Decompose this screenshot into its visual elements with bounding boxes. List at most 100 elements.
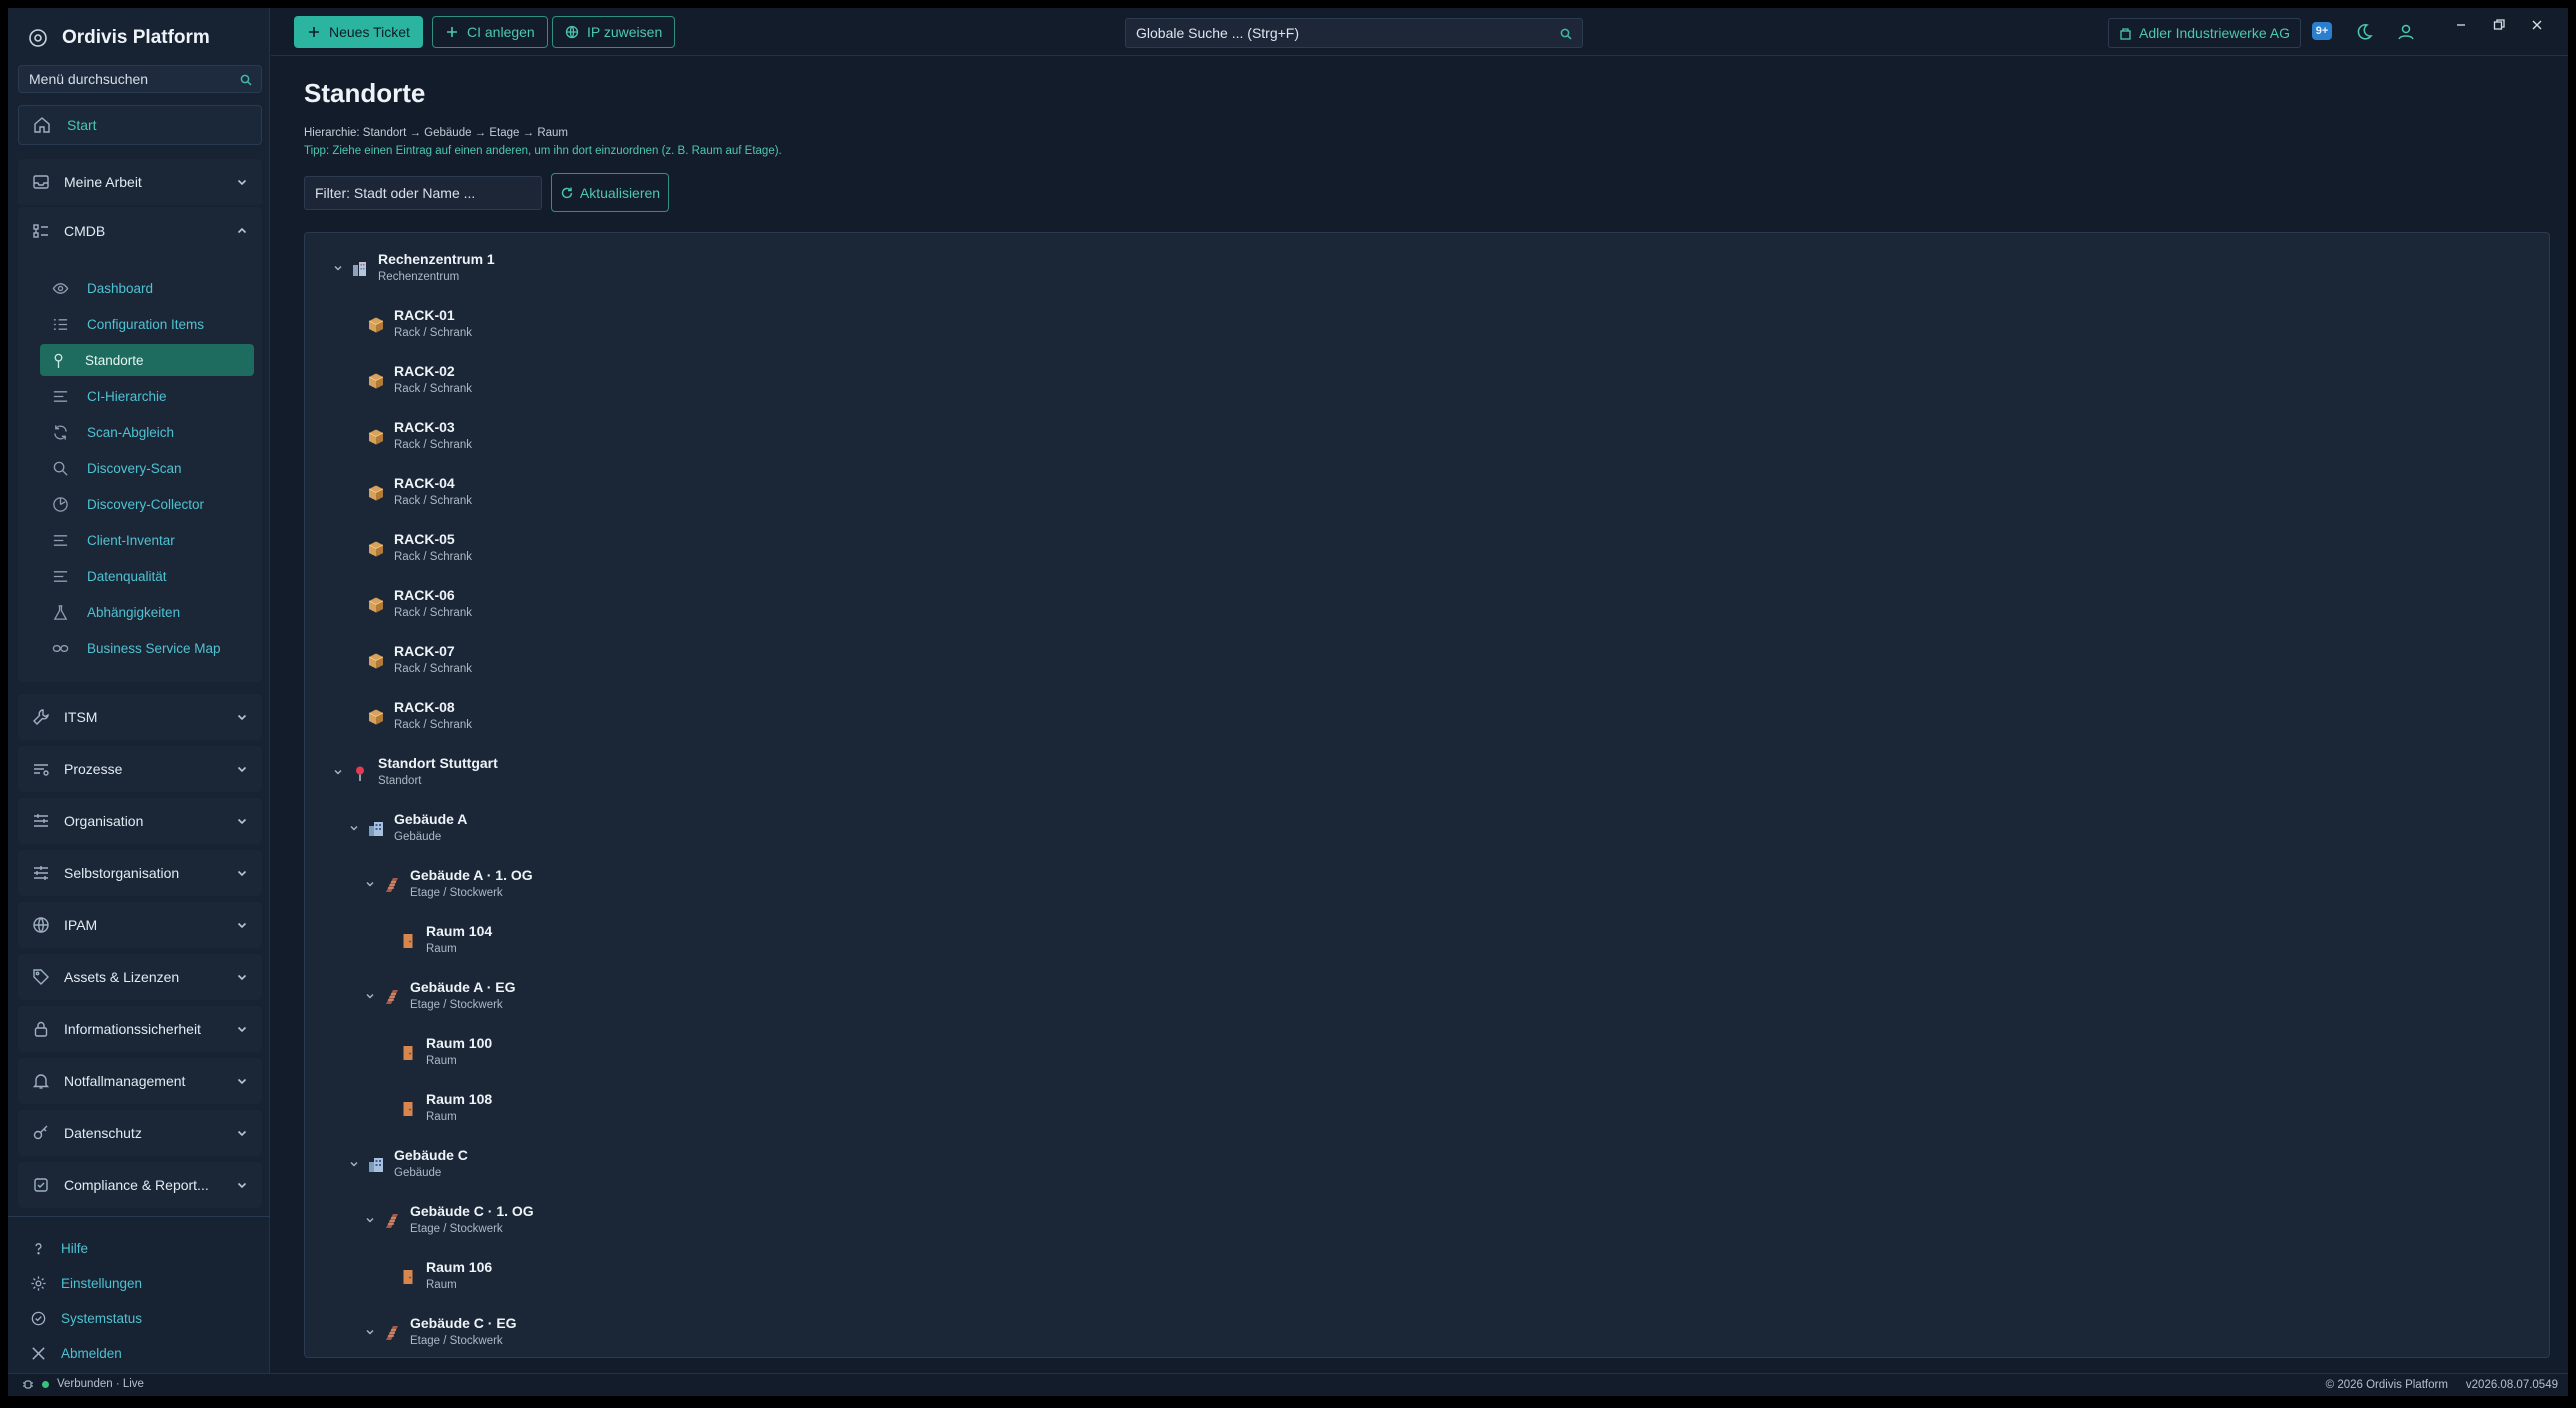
chevron-down-icon[interactable] xyxy=(333,263,343,273)
chevron-down-icon[interactable] xyxy=(349,823,359,833)
chevron-down-icon xyxy=(236,971,248,983)
ci-create-button[interactable]: CI anlegen xyxy=(432,16,548,48)
node-type: Rack / Schrank xyxy=(394,719,472,731)
menu-search-input[interactable] xyxy=(19,66,261,92)
sidebar-group-cmdb-header[interactable]: CMDB xyxy=(32,219,105,243)
sidebar-link-hilfe[interactable]: Hilfe xyxy=(30,1236,88,1260)
chevron-up-icon[interactable] xyxy=(236,225,248,237)
cmdb-icon xyxy=(32,222,50,240)
sidebar-item-configuration-items[interactable]: Configuration Items xyxy=(42,308,256,340)
sidebar-group-ipam[interactable]: IPAM xyxy=(18,902,262,948)
sidebar-group-itsm[interactable]: ITSM xyxy=(18,694,262,740)
moon-icon[interactable] xyxy=(2353,21,2375,43)
chevron-down-icon[interactable] xyxy=(365,1327,375,1337)
sidebar-group-compliance-report[interactable]: Compliance & Report... xyxy=(18,1162,262,1208)
node-title: RACK-05 xyxy=(394,531,455,547)
ip-assign-button[interactable]: IP zuweisen xyxy=(552,16,676,48)
sidebar-item-business-service-map[interactable]: Business Service Map xyxy=(42,632,256,664)
inbox-icon xyxy=(32,173,50,191)
sidebar-group-selbstorganisation[interactable]: Selbstorganisation xyxy=(18,850,262,896)
sidebar-link-label: Einstellungen xyxy=(61,1275,143,1291)
version: v2026.08.07.0549 xyxy=(2465,1379,2558,1391)
brand[interactable]: Ordivis Platform xyxy=(28,22,210,54)
chevron-down-icon[interactable] xyxy=(365,879,375,889)
sidebar-group-informationssicherheit[interactable]: Informationssicherheit xyxy=(18,1006,262,1052)
sidebar-item-datenqualität[interactable]: Datenqualität xyxy=(42,560,256,592)
sidebar-group-label: Organisation xyxy=(64,813,144,829)
sidebar-item-discovery-collector[interactable]: Discovery-Collector xyxy=(42,488,256,520)
node-title: Raum 104 xyxy=(426,923,493,939)
bell-icon xyxy=(32,1072,50,1090)
node-type: Rechenzentrum xyxy=(378,271,460,283)
chevron-down-icon xyxy=(236,1179,248,1191)
rack-icon xyxy=(367,540,385,558)
floor-icon xyxy=(383,1324,401,1342)
chevron-down-icon[interactable] xyxy=(349,1159,359,1169)
sidebar-link-systemstatus[interactable]: Systemstatus xyxy=(30,1306,142,1330)
node-type: Rack / Schrank xyxy=(394,327,472,339)
sidebar-group-assets-lizenzen[interactable]: Assets & Lizenzen xyxy=(18,954,262,1000)
sidebar-item-ci-hierarchie[interactable]: CI-Hierarchie xyxy=(42,380,256,412)
filter-field xyxy=(304,176,542,210)
node-title: Standort Stuttgart xyxy=(378,755,498,771)
node-title: Gebäude C · 1. OG xyxy=(410,1203,534,1219)
tenant-label: Adler Industriewerke AG xyxy=(2139,25,2290,41)
chevron-down-icon[interactable] xyxy=(365,991,375,1001)
sidebar-link-label: Abmelden xyxy=(61,1345,122,1361)
building-icon xyxy=(2119,27,2132,40)
room-icon xyxy=(399,1044,417,1062)
sidebar-item-client-inventar[interactable]: Client-Inventar xyxy=(42,524,256,556)
sidebar-item-abhängigkeiten[interactable]: Abhängigkeiten xyxy=(42,596,256,628)
tenant-selector[interactable]: Adler Industriewerke AG xyxy=(2108,18,2301,48)
sidebar-link-einstellungen[interactable]: Einstellungen xyxy=(30,1271,142,1295)
refresh-icon xyxy=(560,186,574,200)
node-title: RACK-07 xyxy=(394,643,455,659)
building-icon xyxy=(367,820,385,838)
lines-icon xyxy=(52,532,69,549)
sidebar-group-organisation[interactable]: Organisation xyxy=(18,798,262,844)
chevron-down-icon[interactable] xyxy=(365,1215,375,1225)
node-type: Rack / Schrank xyxy=(394,551,472,563)
sidebar-item-label: Business Service Map xyxy=(87,640,221,656)
chevron-down-icon xyxy=(236,919,248,931)
new-ticket-button[interactable]: Neues Ticket xyxy=(294,16,423,48)
refresh-label: Aktualisieren xyxy=(579,184,661,201)
node-type: Gebäude xyxy=(394,1167,442,1179)
sidebar-group-notfallmanagement[interactable]: Notfallmanagement xyxy=(18,1058,262,1104)
notifications-badge[interactable]: 9+ xyxy=(2312,22,2332,40)
debug-icon[interactable] xyxy=(22,1378,34,1390)
chevron-down-icon[interactable] xyxy=(333,767,343,777)
restore-icon[interactable] xyxy=(2488,14,2510,36)
sidebar-item-standorte[interactable]: Standorte xyxy=(40,344,254,376)
sidebar-item-start[interactable]: Start xyxy=(18,105,262,145)
sidebar-group-prozesse[interactable]: Prozesse xyxy=(18,746,262,792)
location-tree: Rechenzentrum 1 Rechenzentrum RACK-01 Rack … xyxy=(304,232,2550,1358)
sidebar-item-label: Abhängigkeiten xyxy=(87,604,181,620)
ci-create-label: CI anlegen xyxy=(467,24,535,40)
refresh-button[interactable]: Aktualisieren xyxy=(551,173,669,212)
sidebar-group-label: ITSM xyxy=(64,709,98,725)
sidebar-group-datenschutz[interactable]: Datenschutz xyxy=(18,1110,262,1156)
sidebar-item-discovery-scan[interactable]: Discovery-Scan xyxy=(42,452,256,484)
sidebar-item-scan-abgleich[interactable]: Scan-Abgleich xyxy=(42,416,256,448)
sidebar-group-label: Selbstorganisation xyxy=(64,865,180,881)
global-search-input[interactable] xyxy=(1126,19,1582,47)
help-icon xyxy=(30,1240,47,1257)
org-icon xyxy=(32,812,50,830)
node-title: RACK-03 xyxy=(394,419,455,435)
sidebar-group-meine-arbeit[interactable]: Meine Arbeit xyxy=(18,159,262,205)
sidebar-item-dashboard[interactable]: Dashboard xyxy=(42,272,256,304)
sidebar-item-label: Datenqualität xyxy=(87,568,167,584)
lines-icon xyxy=(52,568,69,585)
page-title: Standorte xyxy=(304,78,426,108)
sidebar-link-abmelden[interactable]: Abmelden xyxy=(30,1341,122,1365)
node-type: Rack / Schrank xyxy=(394,607,472,619)
minimize-icon[interactable] xyxy=(2450,14,2472,36)
filter-input[interactable] xyxy=(305,177,541,209)
status-bar: Verbunden · Live © 2026 Ordivis Platform… xyxy=(8,1373,2568,1396)
rack-icon xyxy=(367,652,385,670)
node-type: Raum xyxy=(426,943,457,955)
user-icon[interactable] xyxy=(2395,21,2417,43)
globe-icon xyxy=(32,916,50,934)
close-window-icon[interactable] xyxy=(2526,14,2548,36)
